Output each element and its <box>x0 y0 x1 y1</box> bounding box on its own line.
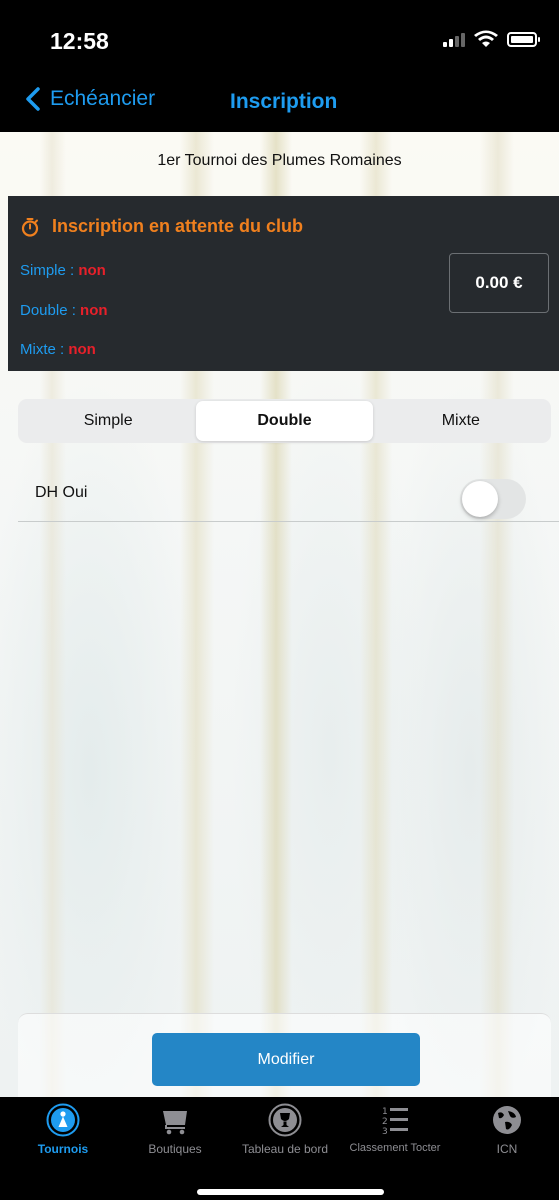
mixte-status: Mixte : non <box>20 341 96 358</box>
tab-boutiques-label: Boutiques <box>148 1142 202 1156</box>
chevron-left-icon <box>26 87 40 111</box>
status-bar: 12:58 <box>0 0 559 70</box>
segment-double[interactable]: Double <box>196 401 373 441</box>
tournament-title: 1er Tournoi des Plumes Romaines <box>157 152 402 169</box>
double-status: Double : non <box>20 302 108 319</box>
globe-icon <box>490 1103 524 1137</box>
segment-simple[interactable]: Simple <box>20 401 196 441</box>
double-label: Double : <box>20 302 81 319</box>
tab-tournois[interactable]: Tournois <box>8 1103 118 1156</box>
dh-option-label: DH Oui <box>35 484 88 501</box>
back-label: Echéancier <box>50 87 156 110</box>
simple-status: Simple : non <box>20 262 106 279</box>
tab-icn[interactable]: ICN <box>452 1103 559 1156</box>
mixte-label: Mixte : <box>20 341 69 358</box>
back-button[interactable]: Echéancier <box>24 86 155 112</box>
svg-text:3: 3 <box>382 1127 388 1137</box>
shuttlecock-icon <box>46 1103 80 1137</box>
tab-tournois-label: Tournois <box>37 1142 89 1156</box>
cart-icon <box>158 1103 192 1137</box>
event-segmented-control: Simple Double Mixte <box>18 399 551 443</box>
registration-status-text: Inscription en attente du club <box>52 216 304 236</box>
timer-icon <box>21 217 39 237</box>
battery-icon <box>507 31 540 47</box>
double-value: non <box>80 302 108 319</box>
mixte-value: non <box>68 341 96 358</box>
dh-option-row: DH Oui <box>18 470 559 522</box>
tab-tableau-de-bord[interactable]: Tableau de bord <box>230 1103 340 1156</box>
signal-icon <box>443 31 465 47</box>
wifi-icon <box>474 30 498 47</box>
status-time: 12:58 <box>50 28 109 54</box>
registration-status-panel: Inscription en attente du club Simple : … <box>8 196 559 371</box>
home-indicator <box>197 1189 384 1195</box>
tab-classement[interactable]: 1 2 3 Classement Tocter <box>340 1103 450 1154</box>
simple-label: Simple : <box>20 262 79 279</box>
svg-text:2: 2 <box>382 1117 388 1127</box>
simple-value: non <box>78 262 106 279</box>
dh-toggle[interactable] <box>460 479 526 519</box>
price-box: 0.00 € <box>449 253 549 313</box>
tab-tableau-label: Tableau de bord <box>241 1142 329 1156</box>
registration-status: Inscription en attente du club <box>20 216 303 237</box>
page-title: Inscription <box>230 90 338 113</box>
navigation-bar: Echéancier Inscription <box>0 70 559 132</box>
modify-button[interactable]: Modifier <box>152 1033 420 1086</box>
tab-icn-label: ICN <box>496 1142 518 1156</box>
svg-text:1: 1 <box>382 1107 388 1117</box>
tab-boutiques[interactable]: Boutiques <box>120 1103 230 1156</box>
ranking-list-icon: 1 2 3 <box>378 1103 412 1137</box>
tab-bar: Tournois Boutiques Tableau de bord 1 2 3… <box>0 1097 559 1200</box>
toggle-knob <box>462 481 498 517</box>
segment-mixte[interactable]: Mixte <box>373 401 549 441</box>
tab-classement-label: Classement Tocter <box>349 1142 441 1154</box>
status-icons <box>443 30 540 48</box>
trophy-icon <box>268 1103 302 1137</box>
